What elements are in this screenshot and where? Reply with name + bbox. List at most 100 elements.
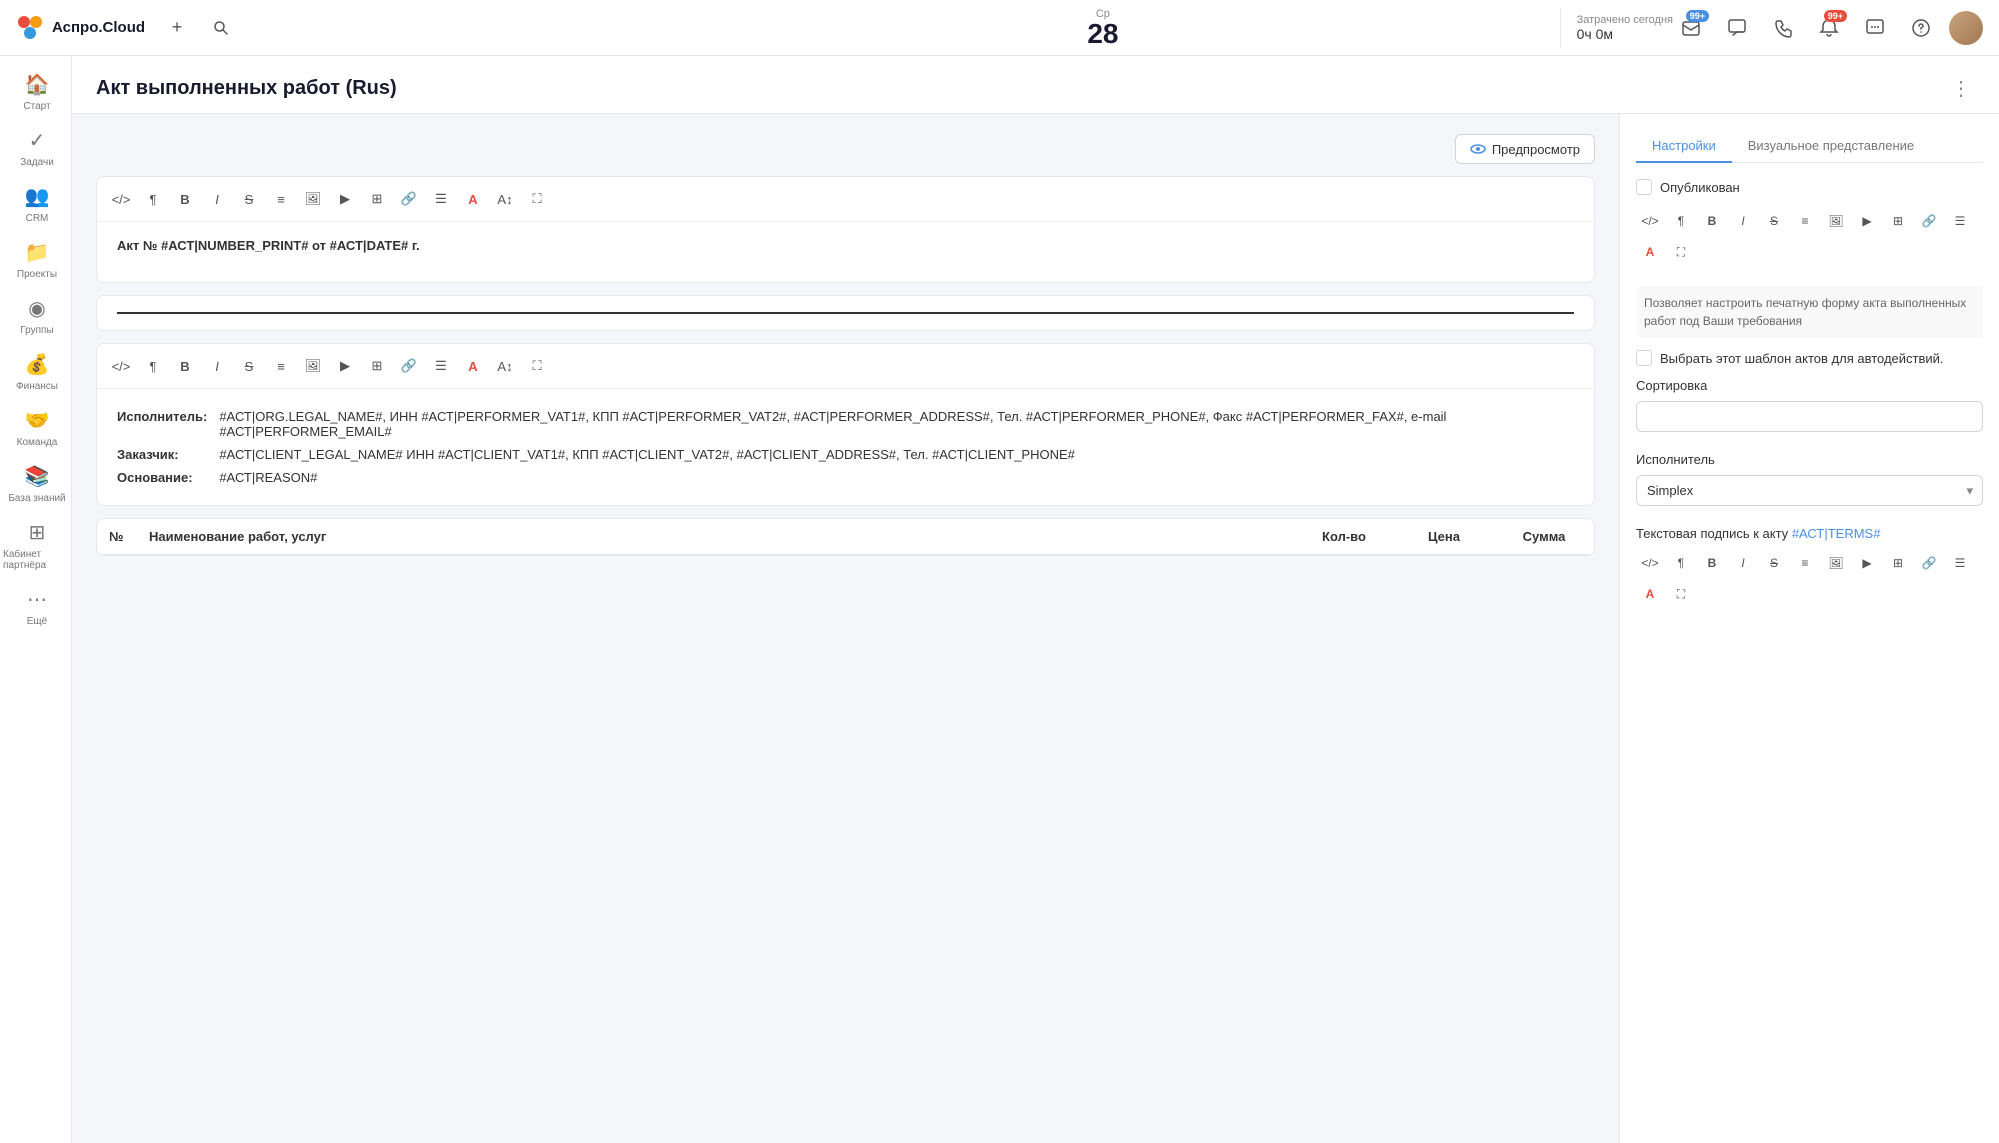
text-sign-section: Текстовая подпись к акту #АСТ|TERMS# </>…: [1636, 526, 1983, 608]
tb-fullscreen[interactable]: ⛶: [523, 185, 551, 213]
tab-settings[interactable]: Настройки: [1636, 130, 1732, 163]
rp2-tb-link[interactable]: 🔗: [1915, 549, 1943, 577]
chat-button[interactable]: [1719, 10, 1755, 46]
rp2-tb-strike[interactable]: S: [1760, 549, 1788, 577]
sidebar-item-groups[interactable]: ◉ Группы: [0, 288, 71, 344]
app-logo[interactable]: Аспро.Cloud: [16, 14, 145, 42]
tb2-align[interactable]: ☰: [427, 352, 455, 380]
tb2-link[interactable]: 🔗: [395, 352, 423, 380]
rp2-tb-video[interactable]: ▶: [1853, 549, 1881, 577]
preview-button[interactable]: Предпросмотр: [1455, 134, 1595, 164]
rp-tb-code[interactable]: </>: [1636, 207, 1664, 235]
sidebar-item-tasks[interactable]: ✓ Задачи: [0, 120, 71, 176]
sidebar-label-knowledge: База знаний: [8, 493, 65, 504]
info-content[interactable]: Исполнитель: #АСТ|ORG.LEGAL_NAME#, ИНН #…: [97, 389, 1594, 505]
tb2-italic[interactable]: I: [203, 352, 231, 380]
tb-video[interactable]: ▶: [331, 185, 359, 213]
rp-tb-italic[interactable]: I: [1729, 207, 1757, 235]
tb-para[interactable]: ¶: [139, 185, 167, 213]
tb-strike[interactable]: S: [235, 185, 263, 213]
rp-tb-table[interactable]: ⊞: [1884, 207, 1912, 235]
performer-section: Исполнитель Simplex: [1636, 452, 1983, 506]
tb-italic[interactable]: I: [203, 185, 231, 213]
performer-select[interactable]: Simplex: [1636, 475, 1983, 506]
crm-icon: 👥: [25, 184, 50, 209]
tb-table[interactable]: ⊞: [363, 185, 391, 213]
rp-tb-para[interactable]: ¶: [1667, 207, 1695, 235]
tb-list[interactable]: ≡: [267, 185, 295, 213]
tb2-font-color[interactable]: A: [459, 352, 487, 380]
sidebar-item-knowledge[interactable]: 📚 База знаний: [0, 456, 71, 512]
page-header: Акт выполненных работ (Rus) ⋮: [72, 56, 1999, 114]
tb2-video[interactable]: ▶: [331, 352, 359, 380]
tb-font-color[interactable]: A: [459, 185, 487, 213]
tb2-para[interactable]: ¶: [139, 352, 167, 380]
rp2-tb-bold[interactable]: B: [1698, 549, 1726, 577]
sidebar-item-more[interactable]: ⋯ Ещё: [0, 579, 71, 635]
tb2-bold[interactable]: B: [171, 352, 199, 380]
sidebar-item-finance[interactable]: 💰 Финансы: [0, 344, 71, 400]
rp-tb-fullscreen[interactable]: ⛶: [1667, 238, 1695, 266]
sidebar-item-team[interactable]: 🤝 Команда: [0, 400, 71, 456]
rp-tb-image[interactable]: 🖼: [1822, 207, 1850, 235]
editor-block-separator[interactable]: [96, 295, 1595, 331]
rp2-tb-align[interactable]: ☰: [1946, 549, 1974, 577]
main-layout: 🏠 Старт ✓ Задачи 👥 CRM 📁 Проекты ◉ Групп…: [0, 56, 1999, 1143]
rp2-tb-table[interactable]: ⊞: [1884, 549, 1912, 577]
sidebar-item-start[interactable]: 🏠 Старт: [0, 64, 71, 120]
tb2-image[interactable]: 🖼: [299, 352, 327, 380]
rp-tb-list[interactable]: ≡: [1791, 207, 1819, 235]
rp2-tb-font[interactable]: A: [1636, 580, 1664, 608]
rp-tb-font[interactable]: A: [1636, 238, 1664, 266]
rp2-tb-italic[interactable]: I: [1729, 549, 1757, 577]
comment-button[interactable]: [1857, 10, 1893, 46]
rp2-tb-para[interactable]: ¶: [1667, 549, 1695, 577]
th-price: Цена: [1394, 519, 1494, 555]
bell-button[interactable]: 99+: [1811, 10, 1847, 46]
info-row-client: Заказчик: #АСТ|CLIENT_LEGAL_NAME# ИНН #А…: [117, 443, 1574, 466]
tb2-strike[interactable]: S: [235, 352, 263, 380]
sidebar-item-projects[interactable]: 📁 Проекты: [0, 232, 71, 288]
tb2-list[interactable]: ≡: [267, 352, 295, 380]
auto-action-checkbox[interactable]: [1636, 350, 1652, 366]
sidebar-label-crm: CRM: [26, 213, 49, 224]
rp-tb-link[interactable]: 🔗: [1915, 207, 1943, 235]
services-table: № Наименование работ, услуг Кол-во Цена …: [97, 519, 1594, 555]
tb2-font-size[interactable]: A↕: [491, 352, 519, 380]
rp2-tb-code[interactable]: </>: [1636, 549, 1664, 577]
tb-bold[interactable]: B: [171, 185, 199, 213]
rp-tb-video[interactable]: ▶: [1853, 207, 1881, 235]
tab-visual[interactable]: Визуальное представление: [1732, 130, 1930, 163]
notifications-email-button[interactable]: 99+: [1673, 10, 1709, 46]
tb-font-size[interactable]: A↕: [491, 185, 519, 213]
rp2-tb-fullscreen[interactable]: ⛶: [1667, 580, 1695, 608]
page-header-actions: ⋮: [1947, 72, 1975, 105]
th-name: Наименование работ, услуг: [137, 519, 1294, 555]
help-button[interactable]: [1903, 10, 1939, 46]
rp-tb-strike[interactable]: S: [1760, 207, 1788, 235]
tb-code[interactable]: </>: [107, 185, 135, 213]
tb-align[interactable]: ☰: [427, 185, 455, 213]
sidebar-item-partner[interactable]: ⊞ Кабинет партнёра: [0, 512, 71, 579]
rp-tb-bold[interactable]: B: [1698, 207, 1726, 235]
tb2-code[interactable]: </>: [107, 352, 135, 380]
tb-link[interactable]: 🔗: [395, 185, 423, 213]
spent-value: 0ч 0м: [1577, 26, 1613, 42]
more-options-button[interactable]: ⋮: [1947, 72, 1975, 105]
sidebar-item-crm[interactable]: 👥 CRM: [0, 176, 71, 232]
topbar-divider: [1560, 8, 1561, 48]
tb2-table[interactable]: ⊞: [363, 352, 391, 380]
sort-input[interactable]: [1636, 401, 1983, 432]
rp-tb-align[interactable]: ☰: [1946, 207, 1974, 235]
user-avatar[interactable]: [1949, 11, 1983, 45]
tb2-fullscreen[interactable]: ⛶: [523, 352, 551, 380]
rp2-tb-image[interactable]: 🖼: [1822, 549, 1850, 577]
published-checkbox[interactable]: [1636, 179, 1652, 195]
phone-button[interactable]: [1765, 10, 1801, 46]
tb-image[interactable]: 🖼: [299, 185, 327, 213]
add-button[interactable]: +: [161, 12, 193, 44]
groups-icon: ◉: [28, 296, 45, 321]
rp2-tb-list[interactable]: ≡: [1791, 549, 1819, 577]
search-button[interactable]: [205, 12, 237, 44]
block1-content[interactable]: Акт № #АСТ|NUMBER_PRINT# от #АСТ|DATE# г…: [97, 222, 1594, 282]
